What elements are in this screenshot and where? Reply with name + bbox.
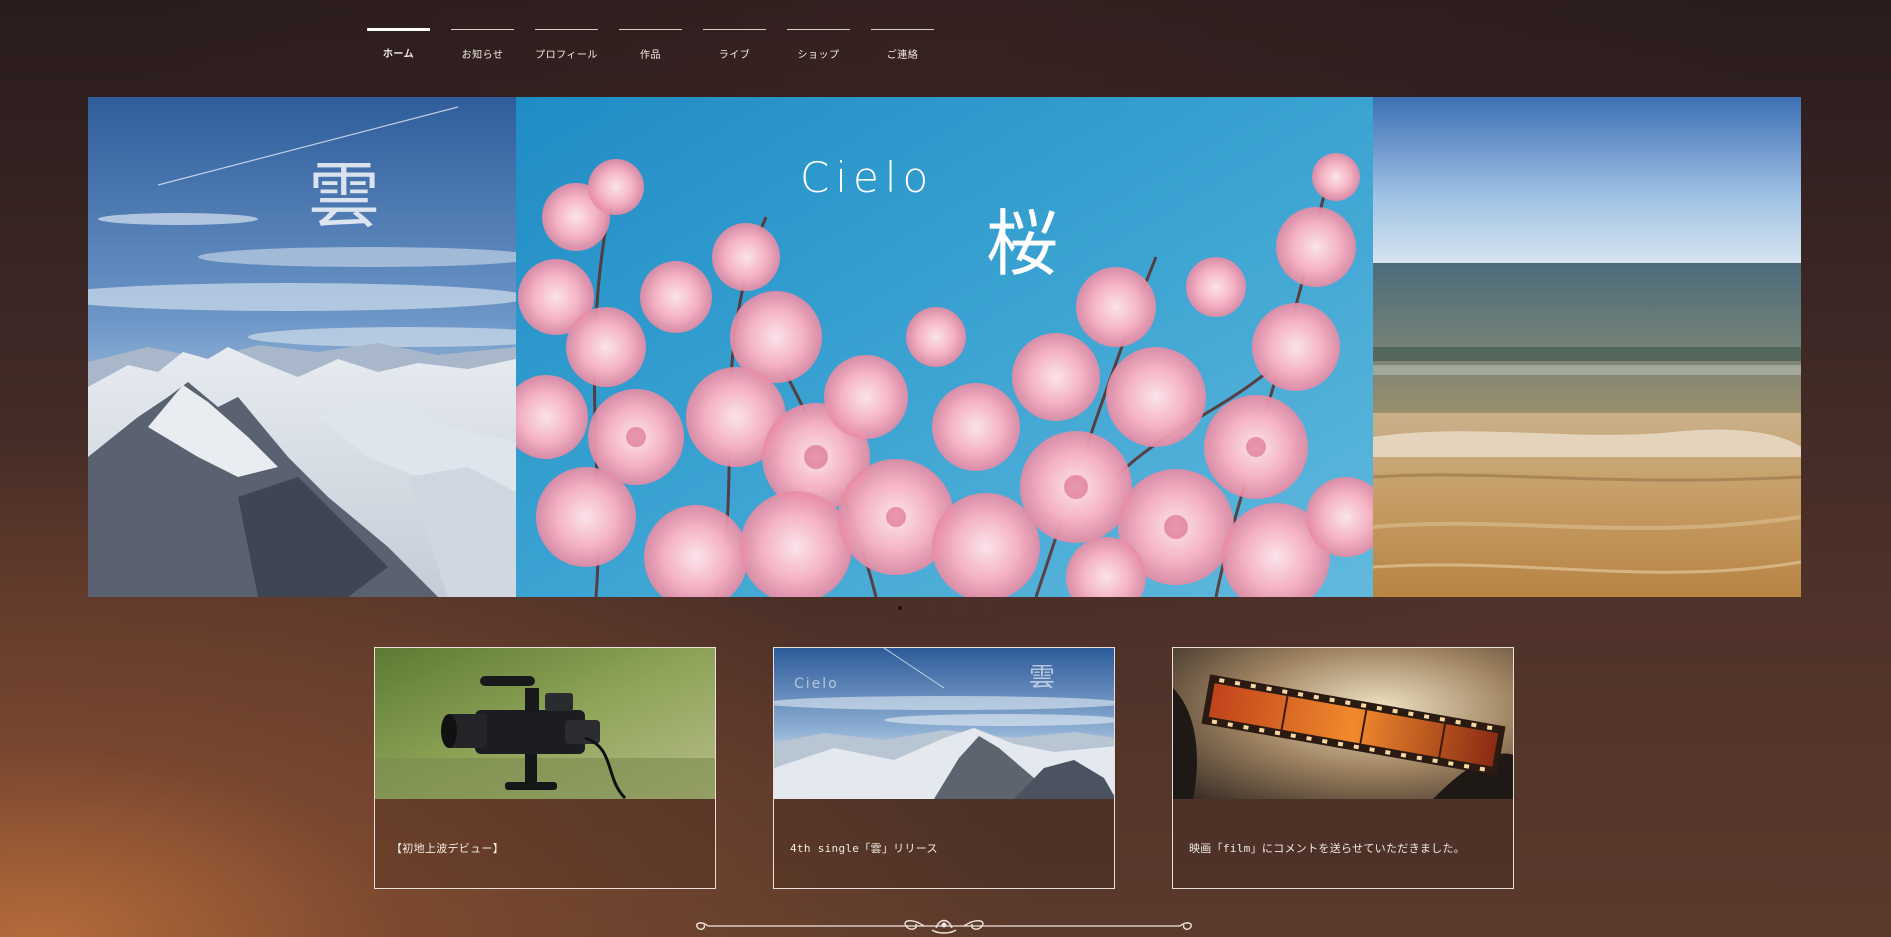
nav-item-home[interactable]: ホーム [367,28,430,61]
slider-pagination [898,606,992,610]
nav-underline [367,28,430,31]
news-card[interactable]: Cielo 雲 4th single「雲」リリース [773,647,1115,889]
nav-underline [451,29,514,30]
card-image-mountains: Cielo 雲 [774,648,1114,799]
slide-beach[interactable] [1373,97,1801,597]
card-text: 4th single「雲」リリース [790,842,938,855]
main-nav: ホーム お知らせ プロフィール 作品 ライブ ショップ ご連絡 [367,28,934,61]
slide-mountains[interactable]: 雲 [88,97,516,597]
hero-slider[interactable]: 雲 Cielo 桜 [88,97,1801,597]
nav-label: ホーム [382,49,415,60]
slider-dot[interactable] [928,606,932,610]
slide-title-en: Cielo [800,153,935,202]
mountains-cielo-image: Cielo 雲 [774,648,1114,799]
nav-underline [703,29,766,30]
nav-underline [787,29,850,30]
slider-dot[interactable] [988,606,992,610]
nav-label: プロフィール [535,50,598,61]
nav-item-profile[interactable]: プロフィール [535,29,598,61]
nav-item-contact[interactable]: ご連絡 [871,29,934,61]
slide-title: 雲 [308,154,381,238]
nav-label: お知らせ [461,50,504,61]
video-camera-icon [375,648,715,799]
cherry-blossom-image [516,97,1373,597]
slide-title-jp: 桜 [986,202,1059,286]
nav-item-news[interactable]: お知らせ [451,29,514,61]
nav-item-shop[interactable]: ショップ [787,29,850,61]
nav-item-works[interactable]: 作品 [619,29,682,61]
news-cards: 【初地上波デビュー】 Cielo 雲 4th single「雲」リリース 映画「… [374,647,1514,889]
card-image-text-jp: 雲 [1029,663,1055,693]
card-image-camera [375,648,715,799]
nav-label: 作品 [640,50,661,61]
ornament-divider-icon [696,919,1192,934]
slide-cherry-blossoms[interactable]: Cielo 桜 [516,97,1373,597]
nav-underline [619,29,682,30]
film-strip-icon [1173,648,1513,799]
mountains-image [88,97,516,597]
news-card[interactable]: 【初地上波デビュー】 [374,647,716,889]
nav-label: ライブ [718,50,751,61]
nav-item-live[interactable]: ライブ [703,29,766,61]
nav-label: ショップ [797,50,840,61]
card-image-film [1173,648,1513,799]
nav-label: ご連絡 [886,50,919,61]
nav-underline [871,29,934,30]
card-image-text-en: Cielo [794,676,839,692]
card-text: 映画「film」にコメントを送らせていただきました。 [1189,842,1466,855]
card-text: 【初地上波デビュー】 [391,842,504,855]
nav-underline [535,29,598,30]
beach-image [1373,97,1801,597]
slider-dot[interactable] [958,606,962,610]
slider-dot[interactable] [898,606,902,610]
news-card[interactable]: 映画「film」にコメントを送らせていただきました。 [1172,647,1514,889]
